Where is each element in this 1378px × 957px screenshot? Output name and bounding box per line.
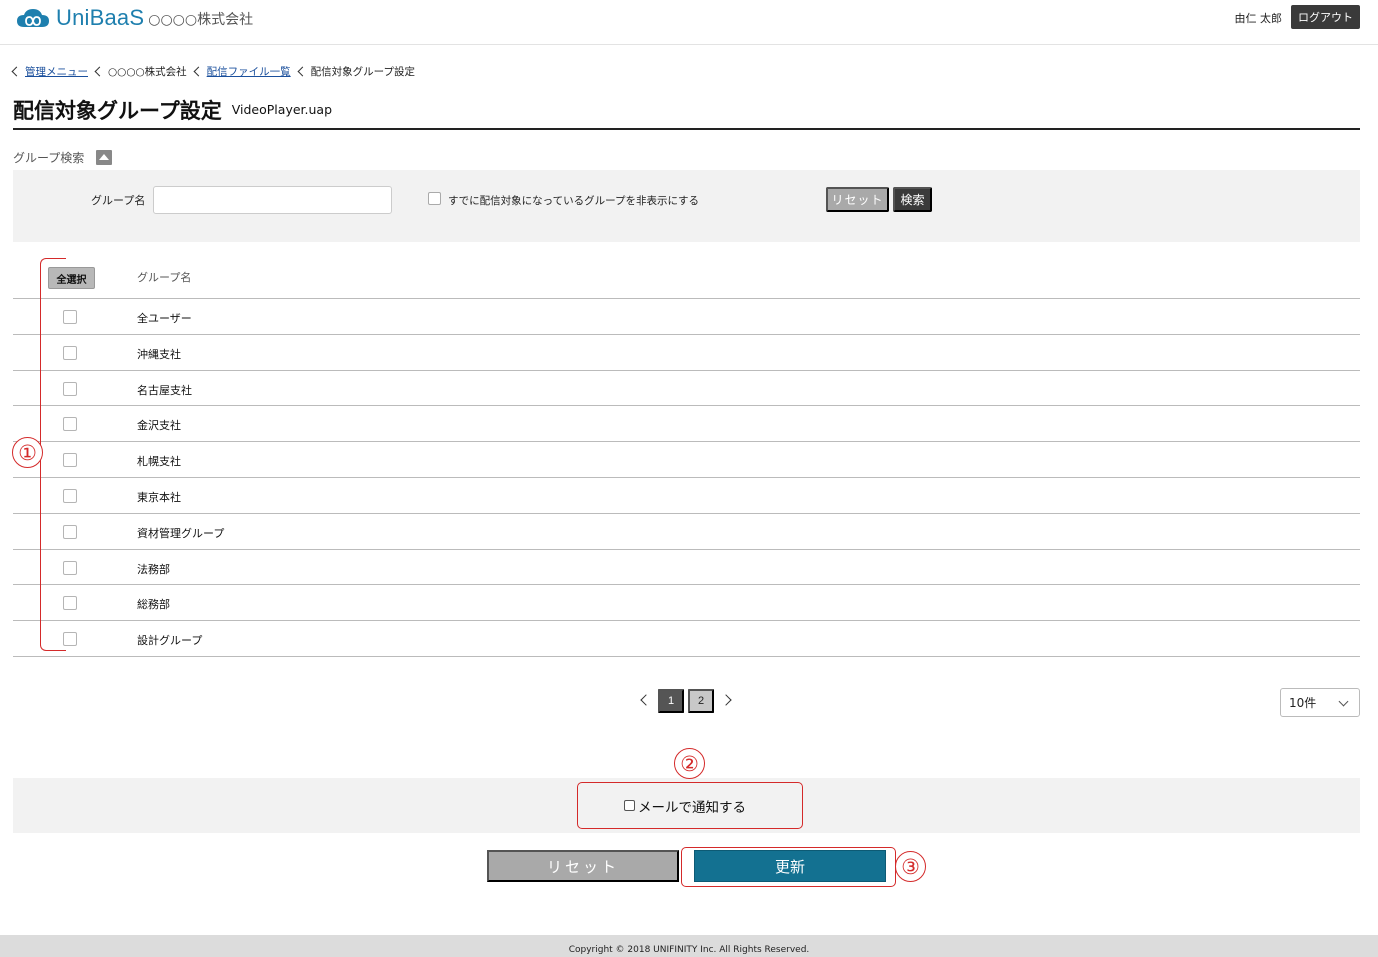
breadcrumb-item-company: ○○○○株式会社 (94, 64, 187, 79)
group-name-input[interactable] (153, 186, 392, 214)
page-button-1[interactable]: 1 (658, 689, 684, 713)
column-header-group-name: グループ名 (137, 271, 192, 284)
row-group-name: 全ユーザー (137, 312, 192, 325)
breadcrumb-text: 配信対象グループ設定 (310, 66, 416, 78)
row-group-name: 東京本社 (137, 490, 181, 504)
notify-email-label[interactable]: メールで通知する (638, 796, 746, 816)
logo-text: UniBaaS (56, 5, 145, 30)
table-row: 全ユーザー (13, 299, 1360, 335)
annotation-marker-3: ③ (895, 851, 926, 882)
logout-button[interactable]: ログアウト (1291, 5, 1360, 29)
page-button-2[interactable]: 2 (688, 689, 714, 713)
row-group-name: 総務部 (137, 598, 170, 612)
company-name: ○○○○株式会社 (148, 12, 254, 28)
notify-email-checkbox[interactable] (624, 800, 635, 811)
hide-assigned-checkbox[interactable] (428, 192, 441, 205)
chevron-left-icon (94, 66, 105, 77)
table-header: 全選択 グループ名 (13, 258, 1360, 299)
per-page-select[interactable]: 10件 (1280, 688, 1360, 717)
breadcrumb-item-admin-menu[interactable]: 管理メニュー (11, 64, 88, 79)
annotation-marker-2: ② (674, 748, 705, 779)
group-name-label: グループ名 (91, 194, 146, 207)
update-button[interactable]: 更新 (694, 850, 886, 882)
hide-assigned-label[interactable]: すでに配信対象になっているグループを非表示にする (448, 193, 699, 208)
table-row: 総務部 (13, 585, 1360, 622)
cloud-logo-icon (16, 7, 50, 29)
chevron-left-icon (193, 66, 204, 77)
row-group-name: 金沢支社 (137, 419, 181, 433)
chevron-left-icon (297, 66, 308, 77)
search-panel: グループ名 すでに配信対象になっているグループを非表示にする リセット 検索 (13, 170, 1360, 242)
app-header: UniBaaS ○○○○株式会社 由仁 太郎 ログアウト (0, 0, 1378, 45)
per-page-value: 10件 (1289, 696, 1317, 710)
chevron-right-icon[interactable] (720, 694, 732, 706)
breadcrumb-text: ○○○○株式会社 (108, 66, 187, 78)
reset-button[interactable]: リセット (487, 850, 679, 882)
table-row: 法務部 (13, 550, 1360, 586)
collapse-up-icon[interactable] (96, 150, 113, 165)
row-group-name: 札幌支社 (137, 455, 181, 469)
annotation-bracket-1 (40, 258, 66, 651)
group-table: 全選択 グループ名 全ユーザー 沖縄支社 名古屋支社 金沢支社 札幌支社 東京本… (13, 258, 1360, 657)
footer: Copyright © 2018 UNIFINITY Inc. All Righ… (0, 935, 1378, 957)
chevron-left-icon (11, 66, 22, 77)
row-group-name: 資材管理グループ (137, 526, 225, 540)
chevron-down-icon (1338, 696, 1349, 707)
chevron-left-icon[interactable] (640, 694, 652, 706)
table-row: 名古屋支社 (13, 371, 1360, 407)
table-row: 設計グループ (13, 621, 1360, 657)
breadcrumb-item-file-list[interactable]: 配信ファイル一覧 (193, 64, 291, 79)
logo[interactable]: UniBaaS ○○○○株式会社 (16, 5, 253, 31)
row-group-name: 沖縄支社 (137, 347, 181, 361)
breadcrumb-item-current: 配信対象グループ設定 (297, 64, 416, 79)
annotation-marker-1: ① (12, 437, 43, 468)
copyright-text: Copyright © 2018 UNIFINITY Inc. All Righ… (568, 945, 810, 955)
breadcrumb: 管理メニュー ○○○○株式会社 配信ファイル一覧 配信対象グループ設定 (11, 64, 423, 79)
table-row: 金沢支社 (13, 406, 1360, 443)
row-group-name: 法務部 (137, 562, 170, 576)
breadcrumb-link[interactable]: 配信ファイル一覧 (207, 64, 291, 79)
page-title: 配信対象グループ設定 (13, 99, 222, 123)
table-row: 札幌支社 (13, 442, 1360, 478)
table-row: 東京本社 (13, 478, 1360, 514)
file-name: VideoPlayer.uap (231, 102, 333, 117)
breadcrumb-link[interactable]: 管理メニュー (25, 64, 88, 79)
table-row: 沖縄支社 (13, 335, 1360, 371)
group-search-toggle[interactable]: グループ検索 (13, 149, 113, 166)
title-row: 配信対象グループ設定 VideoPlayer.uap (13, 92, 1360, 130)
row-group-name: 設計グループ (137, 634, 203, 648)
table-row: 資材管理グループ (13, 514, 1360, 550)
row-group-name: 名古屋支社 (137, 383, 192, 397)
user-name: 由仁 太郎 (1234, 12, 1283, 25)
group-search-label: グループ検索 (13, 151, 85, 165)
search-button[interactable]: 検索 (893, 187, 932, 212)
search-reset-button[interactable]: リセット (826, 187, 889, 212)
